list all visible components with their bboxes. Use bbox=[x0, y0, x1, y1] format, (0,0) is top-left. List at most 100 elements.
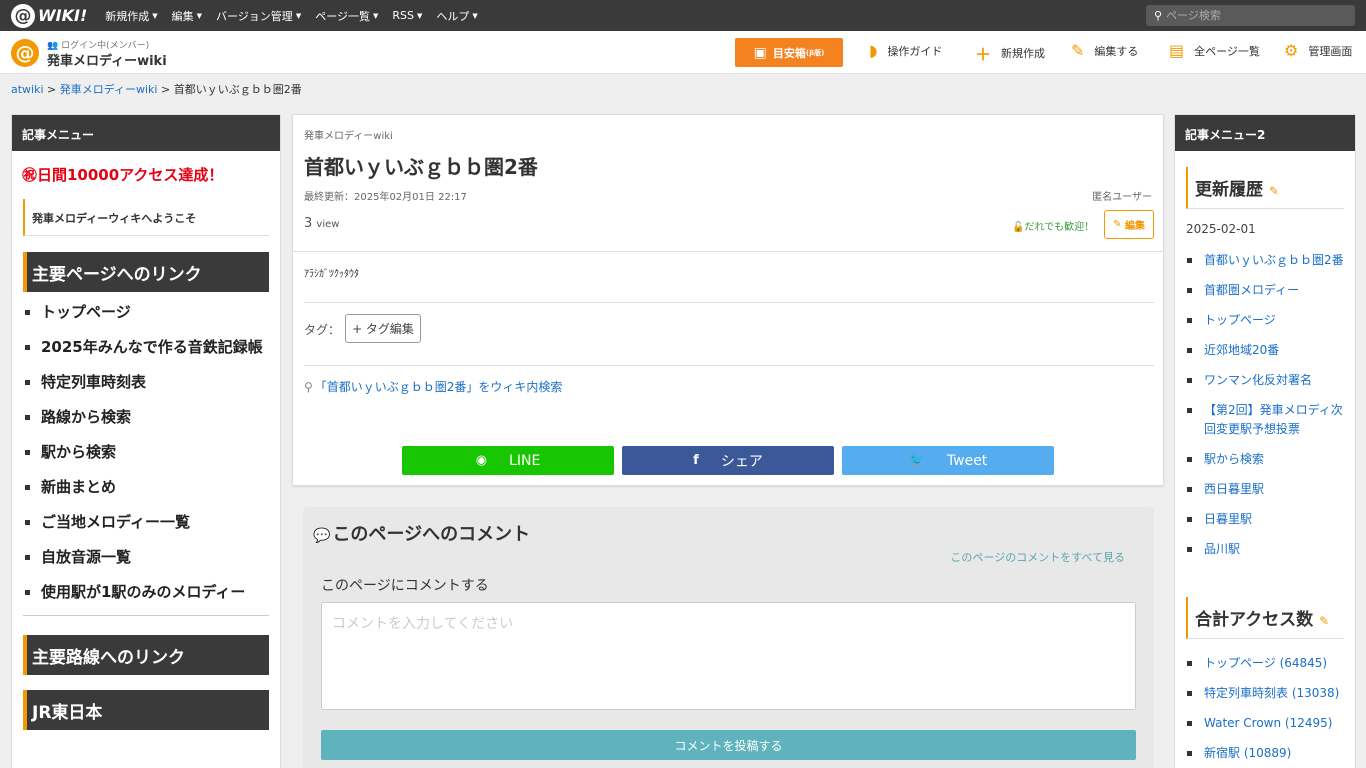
pencil-icon: ✎ bbox=[1113, 219, 1122, 230]
all-pages-link[interactable]: ▤ 全ページ一覧 bbox=[1169, 41, 1260, 60]
line-label: LINE bbox=[509, 452, 541, 469]
site-header: @ 👥 ログイン中(メンバー) 発車メロディーwiki ▣ 目安箱 (β版) ◗ 操… bbox=[0, 31, 1366, 74]
caret-down-icon: ▼ bbox=[295, 11, 302, 20]
facebook-share-button[interactable]: f シェア bbox=[622, 446, 834, 475]
history-date: 2025-02-01 bbox=[1186, 222, 1256, 236]
nav-label: RSS bbox=[392, 9, 414, 22]
nav-label: 編集 bbox=[171, 9, 194, 23]
top-bar: @ WIKI! 新規作成 ▼ 編集 ▼ バージョン管理 ▼ ページ一覧 ▼ RSS ▼ ヘ… bbox=[0, 0, 1366, 31]
view-count: 3 view bbox=[304, 216, 339, 231]
list-item: 新宿駅 (10889) bbox=[1186, 744, 1344, 763]
pencil-icon[interactable]: ✎ bbox=[1269, 184, 1279, 198]
caret-down-icon: ▼ bbox=[196, 11, 203, 20]
list-item: 西日暮里駅 bbox=[1186, 480, 1344, 499]
divider bbox=[304, 365, 1154, 366]
see-all-comments-link[interactable]: このページのコメントをすべて見る bbox=[950, 549, 1125, 565]
breadcrumb-atwiki[interactable]: atwiki bbox=[11, 83, 44, 96]
tweet-button[interactable]: 🐦 Tweet bbox=[842, 446, 1054, 475]
sidebar-link-new-songs[interactable]: 新曲まとめ bbox=[23, 475, 269, 499]
caret-down-icon: ▼ bbox=[472, 11, 478, 20]
site-name[interactable]: 発車メロディーwiki bbox=[47, 50, 167, 69]
divider bbox=[293, 251, 1163, 252]
access-link[interactable]: 特定列車時刻表 (13038) bbox=[1204, 686, 1339, 700]
history-heading: 更新履歴 ✎ bbox=[1186, 167, 1344, 209]
post-comment-button[interactable]: コメントを投稿する bbox=[321, 730, 1136, 760]
history-link[interactable]: 首都圏メロディー bbox=[1204, 283, 1299, 297]
breadcrumb-current: 首都いｙいぶｇｂｂ圏2番 bbox=[173, 83, 302, 96]
page-search-input[interactable] bbox=[1166, 9, 1347, 22]
history-link[interactable]: 日暮里駅 bbox=[1204, 512, 1252, 526]
nav-version[interactable]: バージョン管理 ▼ bbox=[216, 8, 301, 24]
access-link[interactable]: Water Crown (12495) bbox=[1204, 716, 1332, 730]
nav-rss[interactable]: RSS ▼ bbox=[392, 8, 422, 24]
edit-link[interactable]: ✎ 編集する bbox=[1071, 41, 1138, 60]
admin-link[interactable]: ⚙ 管理画面 bbox=[1284, 41, 1352, 60]
history-link[interactable]: 首都いｙいぶｇｂｂ圏2番 bbox=[1204, 253, 1344, 267]
nav-new[interactable]: 新規作成 ▼ bbox=[105, 8, 157, 24]
access-heading: 合計アクセス数 ✎ bbox=[1186, 597, 1344, 639]
pencil-icon[interactable]: ✎ bbox=[1319, 614, 1329, 628]
search-icon: ⚲ bbox=[1154, 9, 1163, 22]
sidebar-link-timetable[interactable]: 特定列車時刻表 bbox=[23, 370, 269, 394]
history-link[interactable]: 【第2回】発車メロディ次回変更駅予想投票 bbox=[1204, 403, 1343, 436]
list-item: 品川駅 bbox=[1186, 540, 1344, 559]
history-title: 更新履歴 bbox=[1195, 180, 1263, 200]
sidebar-link-local-melodies[interactable]: ご当地メロディー一覧 bbox=[23, 510, 269, 534]
history-link[interactable]: 近郊地域20番 bbox=[1204, 343, 1279, 357]
list-item: 首都圏メロディー bbox=[1186, 281, 1344, 300]
last-updated: 最終更新：2025年02月01日 22:17 bbox=[304, 192, 467, 203]
wiki-search-text: 「首都いｙいぶｇｂｂ圏2番」をウィキ内検索 bbox=[314, 380, 563, 394]
comment-input[interactable] bbox=[321, 602, 1136, 710]
pencil-icon: ✎ bbox=[1071, 41, 1085, 60]
sidebar-link-record[interactable]: 2025年みんなで作る音鉄記録帳 bbox=[23, 335, 269, 359]
sidebar-link-line-search[interactable]: 路線から検索 bbox=[23, 405, 269, 429]
history-link[interactable]: 品川駅 bbox=[1204, 542, 1240, 556]
nav-help[interactable]: ヘルプ ▼ bbox=[436, 8, 477, 24]
top-nav: 新規作成 ▼ 編集 ▼ バージョン管理 ▼ ページ一覧 ▼ RSS ▼ ヘルプ ▼ bbox=[105, 8, 492, 24]
wiki-label: 発車メロディーwiki bbox=[304, 131, 393, 142]
guide-label: 操作ガイド bbox=[887, 44, 943, 58]
edit-button-label: 編集 bbox=[1124, 221, 1145, 232]
suggestion-box-button[interactable]: ▣ 目安箱 (β版) bbox=[735, 38, 843, 67]
guide-link[interactable]: ◗ 操作ガイド bbox=[869, 41, 942, 60]
sidebar-link-station-search[interactable]: 駅から検索 bbox=[23, 440, 269, 464]
plus-icon: ＋ bbox=[975, 45, 992, 64]
history-link[interactable]: トップページ bbox=[1204, 313, 1276, 327]
article-card: 発車メロディーwiki 首都いｙいぶｇｂｂ圏2番 最終更新：2025年02月01… bbox=[292, 114, 1164, 486]
open-edit-text: だれでも歓迎！ bbox=[1024, 222, 1095, 233]
access-title: 合計アクセス数 bbox=[1195, 610, 1314, 630]
history-link[interactable]: ワンマン化反対署名 bbox=[1204, 373, 1312, 387]
view-count-unit: view bbox=[316, 219, 340, 230]
caret-down-icon: ▼ bbox=[152, 11, 158, 20]
list-item: ワンマン化反対署名 bbox=[1186, 371, 1344, 390]
new-page-link[interactable]: ＋ 新規作成 bbox=[975, 41, 1045, 65]
breadcrumb-wiki[interactable]: 発車メロディーwiki bbox=[60, 83, 158, 96]
line-share-button[interactable]: ◉ LINE bbox=[402, 446, 614, 475]
logo-text: WIKI! bbox=[38, 6, 88, 25]
comment-label: このページにコメントする bbox=[321, 578, 489, 594]
sidebar-link-single-station[interactable]: 使用駅が1駅のみのメロディー bbox=[23, 580, 269, 604]
article-menu2-header: 記事メニュー2 bbox=[1175, 115, 1355, 151]
wiki-search-link[interactable]: ⚲ 「首都いｙいぶｇｂｂ圏2番」をウィキ内検索 bbox=[304, 378, 562, 395]
history-link[interactable]: 西日暮里駅 bbox=[1204, 482, 1264, 496]
celebrate-banner: ㊗日間10000アクセス達成！ bbox=[22, 166, 224, 184]
divider bbox=[304, 302, 1154, 303]
beta-badge: (β版) bbox=[805, 48, 825, 57]
history-link[interactable]: 駅から検索 bbox=[1204, 452, 1264, 466]
access-link[interactable]: トップページ (64845) bbox=[1204, 656, 1327, 670]
site-logo-icon[interactable]: @ bbox=[11, 39, 39, 67]
open-edit-note: 🔓だれでも歓迎！ bbox=[1012, 218, 1094, 233]
main-lines-heading: 主要路線へのリンク bbox=[23, 635, 269, 675]
document-icon: ▤ bbox=[1169, 41, 1185, 60]
tag-edit-button[interactable]: + タグ編集 bbox=[345, 314, 421, 343]
nav-pages[interactable]: ページ一覧 ▼ bbox=[315, 8, 378, 24]
atwiki-logo[interactable]: @ WIKI! bbox=[11, 0, 87, 31]
gear-icon: ⚙ bbox=[1284, 41, 1299, 60]
divider bbox=[23, 615, 269, 616]
sidebar-link-sources[interactable]: 自放音源一覧 bbox=[23, 545, 269, 569]
comments-icon: 💬 bbox=[313, 528, 331, 544]
nav-edit[interactable]: 編集 ▼ bbox=[172, 8, 202, 24]
edit-button[interactable]: ✎ 編集 bbox=[1104, 210, 1154, 239]
access-link[interactable]: 新宿駅 (10889) bbox=[1204, 746, 1291, 760]
sidebar-link-top[interactable]: トップページ bbox=[23, 300, 269, 324]
